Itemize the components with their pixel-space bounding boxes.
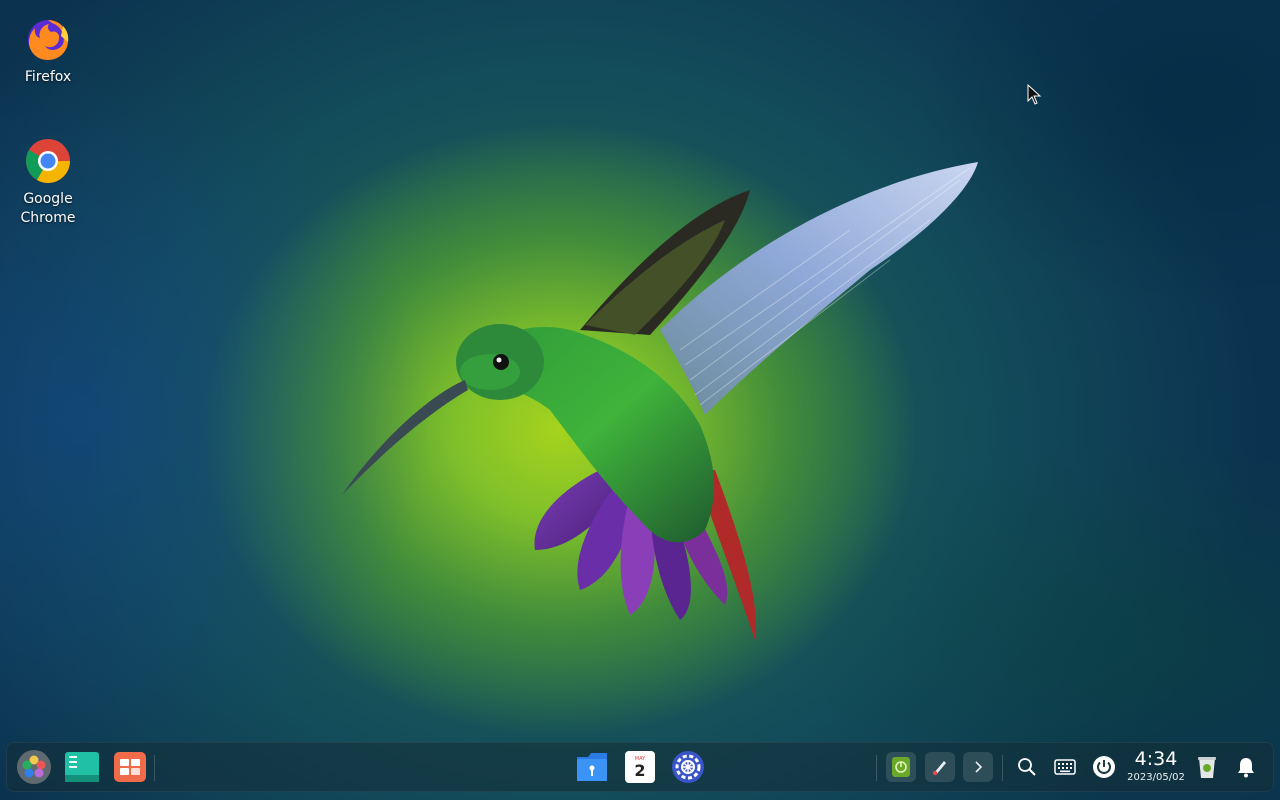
expand-tray-button[interactable] xyxy=(963,742,993,792)
launcher-icon xyxy=(17,750,51,784)
launcher-button[interactable] xyxy=(14,742,54,792)
keyboard-icon xyxy=(1054,759,1076,775)
system-settings-icon xyxy=(672,751,704,783)
google-chrome-icon xyxy=(25,138,71,184)
system-settings-button[interactable] xyxy=(668,742,708,792)
keyboard-button[interactable] xyxy=(1050,742,1080,792)
app-store-icon xyxy=(114,752,146,782)
notifications-button[interactable] xyxy=(1231,742,1261,792)
package-manager-tray-icon xyxy=(892,757,910,777)
taskbar-divider xyxy=(154,755,155,781)
power-icon xyxy=(1093,756,1115,778)
calendar-icon: MAY 2 xyxy=(625,751,655,783)
calendar-day-text: 2 xyxy=(634,761,645,780)
calendar-button[interactable]: MAY 2 xyxy=(620,742,660,792)
clock-date: 2023/05/02 xyxy=(1127,772,1185,783)
multitasking-view-icon xyxy=(65,752,99,782)
screen-brush-tray-icon xyxy=(932,761,946,776)
taskbar: MAY 2 4:34 2023/05/02 xyxy=(6,742,1274,792)
trash-button[interactable] xyxy=(1192,742,1222,792)
desktop-icon-label: Firefox xyxy=(24,69,72,85)
taskbar-divider xyxy=(876,755,877,781)
firefox-icon xyxy=(25,16,71,62)
clock-time: 4:34 xyxy=(1134,748,1178,770)
desktop-icon-firefox[interactable]: Firefox xyxy=(5,16,91,87)
app-store-button[interactable] xyxy=(110,742,150,792)
search-icon xyxy=(1018,758,1036,776)
screen-brush-tray-button[interactable] xyxy=(925,742,955,792)
file-manager-icon xyxy=(577,753,607,781)
desktop-icon-label: Google Chrome xyxy=(20,191,76,226)
hummingbird-wallpaper-image xyxy=(342,162,978,640)
power-button[interactable] xyxy=(1089,742,1119,792)
file-manager-button[interactable] xyxy=(572,742,612,792)
expand-tray-chevron-icon xyxy=(975,761,983,773)
search-button[interactable] xyxy=(1012,742,1042,792)
taskbar-divider xyxy=(1002,755,1003,781)
clock[interactable]: 4:34 2023/05/02 xyxy=(1126,748,1186,784)
mouse-cursor-icon xyxy=(1027,84,1042,105)
desktop-icon-google-chrome[interactable]: Google Chrome xyxy=(5,138,91,228)
multitasking-view-button[interactable] xyxy=(62,742,102,792)
trash-icon xyxy=(1198,757,1216,778)
bell-icon xyxy=(1238,758,1254,778)
package-manager-tray-button[interactable] xyxy=(886,742,916,792)
